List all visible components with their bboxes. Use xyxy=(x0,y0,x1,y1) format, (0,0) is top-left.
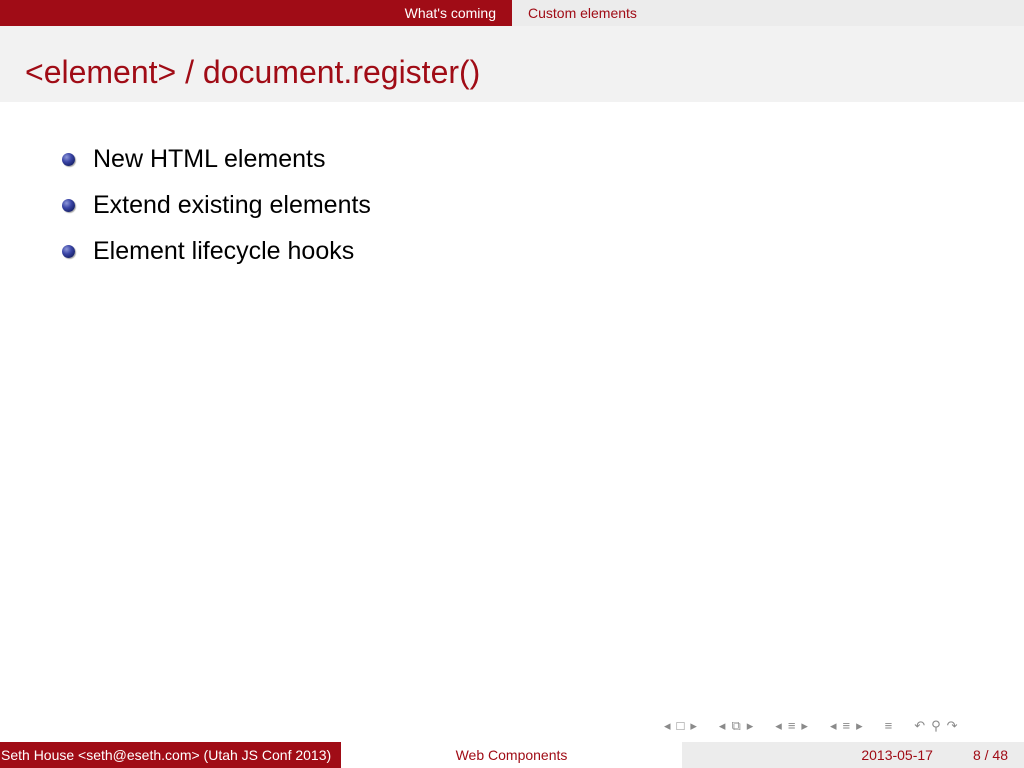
footline: Seth House <seth@eseth.com> (Utah JS Con… xyxy=(0,742,1024,768)
footer-date-box: 2013-05-17 8 / 48 xyxy=(682,742,1024,768)
footer-title: Web Components xyxy=(455,747,568,763)
subsection-icon[interactable]: ⧉ xyxy=(731,716,740,736)
bullet-ball-icon xyxy=(62,244,75,258)
beamer-navigation-symbols: ◂ □ ▸ ◂ ⧉ ▸ ◂ ≡ ▸ ◂ ≡ ▸ ≡ ↶ ⚲ ↷ xyxy=(664,716,1018,736)
forward-icon[interactable]: ↷ xyxy=(947,716,958,736)
footer-date: 2013-05-17 xyxy=(861,747,933,763)
nav-left-panel: What's coming xyxy=(0,0,512,26)
frame-title-band: <element> / document.register() xyxy=(0,26,1024,102)
bullet-text: Element lifecycle hooks xyxy=(93,236,355,265)
section-icon[interactable]: ≡ xyxy=(788,716,796,736)
footer-author: Seth House <seth@eseth.com> (Utah JS Con… xyxy=(1,747,332,763)
footer-title-box: Web Components xyxy=(341,742,682,768)
bullet-list: New HTML elements Extend existing elemen… xyxy=(62,136,371,274)
page-number: 8 / 48 xyxy=(972,747,1008,763)
subsection-prev-icon[interactable]: ◂ xyxy=(719,716,726,736)
section-prev-icon[interactable]: ◂ xyxy=(775,716,782,736)
back-icon[interactable]: ↶ xyxy=(914,716,925,736)
list-item: Extend existing elements xyxy=(62,182,371,228)
frame-next-icon[interactable]: ▸ xyxy=(690,716,697,736)
nav-right-panel: Custom elements xyxy=(512,0,1024,26)
bullet-text: New HTML elements xyxy=(93,144,326,173)
bullet-ball-icon xyxy=(62,152,75,166)
doc-icon[interactable]: ≡ xyxy=(842,716,850,736)
frame-prev-icon[interactable]: ◂ xyxy=(664,716,671,736)
list-item: New HTML elements xyxy=(62,136,371,182)
outline-icon[interactable]: ≡ xyxy=(885,716,893,736)
footer-author-box: Seth House <seth@eseth.com> (Utah JS Con… xyxy=(0,742,341,768)
nav-section-whats-coming[interactable]: What's coming xyxy=(389,5,512,21)
frame-icon[interactable]: □ xyxy=(677,716,685,736)
bullet-text: Extend existing elements xyxy=(93,190,371,219)
list-item: Element lifecycle hooks xyxy=(62,228,371,274)
bullet-ball-icon xyxy=(62,198,75,212)
frame-title: <element> / document.register() xyxy=(25,54,481,90)
section-navigation-bar: What's coming Custom elements xyxy=(0,0,1024,26)
doc-prev-icon[interactable]: ◂ xyxy=(830,716,837,736)
doc-next-icon[interactable]: ▸ xyxy=(856,716,863,736)
subsection-next-icon[interactable]: ▸ xyxy=(747,716,754,736)
nav-section-custom-elements[interactable]: Custom elements xyxy=(512,5,653,21)
search-icon[interactable]: ⚲ xyxy=(931,716,941,736)
section-next-icon[interactable]: ▸ xyxy=(801,716,808,736)
